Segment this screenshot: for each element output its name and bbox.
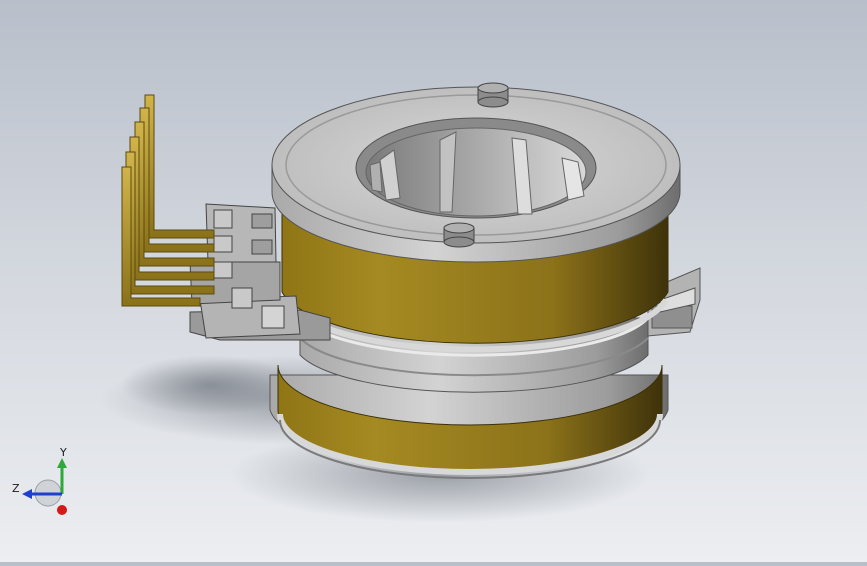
front-pin [443, 222, 475, 248]
y-axis-label: Y [59, 446, 67, 459]
z-axis-arrow [22, 489, 32, 499]
axis-triad: Y Z [10, 444, 80, 520]
x-axis-dot [57, 505, 67, 515]
3d-viewport[interactable] [0, 0, 867, 562]
z-axis-label: Z [12, 482, 20, 495]
top-flange [271, 82, 681, 263]
top-pin [477, 82, 509, 108]
gold-terminal-pins [121, 94, 215, 307]
y-axis-arrow [57, 458, 67, 468]
